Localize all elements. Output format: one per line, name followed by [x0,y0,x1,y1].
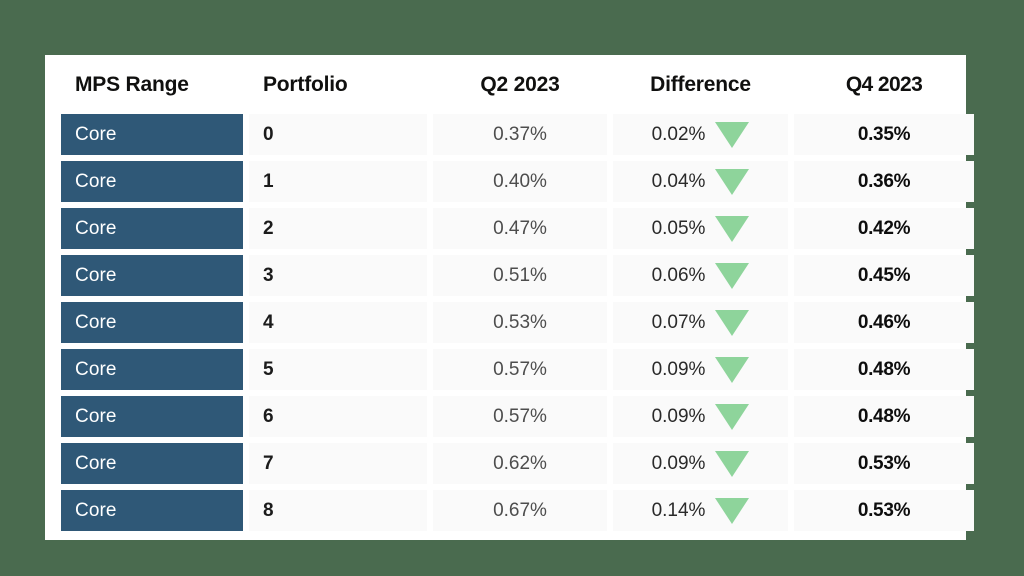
table-row: Core 0 0.37% 0.02% 0.35% [61,114,974,155]
cell-portfolio: 2 [249,208,427,249]
table-row: Core 1 0.40% 0.04% 0.36% [61,161,974,202]
cell-q4-2023: 0.48% [794,349,974,390]
difference-content: 0.04% [627,168,774,195]
cell-q4-2023: 0.46% [794,302,974,343]
cell-difference: 0.07% [613,302,788,343]
cell-difference: 0.06% [613,255,788,296]
cell-q2-2023: 0.57% [433,349,607,390]
table-row: Core 5 0.57% 0.09% 0.48% [61,349,974,390]
difference-value: 0.09% [651,453,706,474]
cell-q2-2023: 0.51% [433,255,607,296]
cell-q4-2023: 0.53% [794,443,974,484]
trend-down-icon [715,262,750,289]
table-header-row: MPS Range Portfolio Q2 2023 Difference Q… [61,61,974,108]
difference-value: 0.02% [651,124,706,145]
cell-portfolio: 1 [249,161,427,202]
cell-portfolio: 6 [249,396,427,437]
difference-value: 0.09% [651,359,706,380]
table-row: Core 8 0.67% 0.14% 0.53% [61,490,974,531]
cell-mps-range: Core [61,114,243,155]
table-row: Core 4 0.53% 0.07% 0.46% [61,302,974,343]
column-header-mps-range[interactable]: MPS Range [61,61,243,108]
difference-value: 0.14% [651,500,706,521]
cell-q2-2023: 0.67% [433,490,607,531]
trend-down-icon [715,168,750,195]
column-header-q2-2023[interactable]: Q2 2023 [433,61,607,108]
table-body: Core 0 0.37% 0.02% 0.35% Core 1 0.40% 0.04% 0.36%… [61,114,974,531]
cell-mps-range: Core [61,490,243,531]
difference-value: 0.09% [651,406,706,427]
cell-portfolio: 0 [249,114,427,155]
cell-mps-range: Core [61,161,243,202]
trend-down-icon [715,450,750,477]
cell-mps-range: Core [61,443,243,484]
cell-mps-range: Core [61,255,243,296]
cell-q4-2023: 0.42% [794,208,974,249]
cell-mps-range: Core [61,396,243,437]
table-row: Core 6 0.57% 0.09% 0.48% [61,396,974,437]
cell-portfolio: 5 [249,349,427,390]
difference-content: 0.07% [627,309,774,336]
cell-q4-2023: 0.53% [794,490,974,531]
column-header-difference[interactable]: Difference [613,61,788,108]
cell-difference: 0.14% [613,490,788,531]
difference-content: 0.14% [627,497,774,524]
difference-value: 0.07% [651,312,706,333]
cell-difference: 0.02% [613,114,788,155]
trend-down-icon [715,497,750,524]
cell-difference: 0.09% [613,443,788,484]
cell-portfolio: 3 [249,255,427,296]
cell-q2-2023: 0.40% [433,161,607,202]
cell-portfolio: 4 [249,302,427,343]
column-header-q4-2023[interactable]: Q4 2023 [794,61,974,108]
cell-difference: 0.09% [613,396,788,437]
table-row: Core 7 0.62% 0.09% 0.53% [61,443,974,484]
difference-content: 0.05% [627,215,774,242]
difference-value: 0.06% [651,265,706,286]
difference-value: 0.04% [651,171,706,192]
mps-comparison-table: MPS Range Portfolio Q2 2023 Difference Q… [55,55,980,537]
cell-q2-2023: 0.37% [433,114,607,155]
cell-q2-2023: 0.47% [433,208,607,249]
cell-portfolio: 7 [249,443,427,484]
cell-difference: 0.05% [613,208,788,249]
cell-q4-2023: 0.35% [794,114,974,155]
cell-difference: 0.09% [613,349,788,390]
cell-mps-range: Core [61,208,243,249]
cell-q4-2023: 0.45% [794,255,974,296]
cell-q4-2023: 0.48% [794,396,974,437]
cell-mps-range: Core [61,302,243,343]
cell-q2-2023: 0.62% [433,443,607,484]
table-header: MPS Range Portfolio Q2 2023 Difference Q… [61,61,974,108]
difference-content: 0.09% [627,356,774,383]
cell-difference: 0.04% [613,161,788,202]
trend-down-icon [715,121,750,148]
trend-down-icon [715,309,750,336]
column-header-portfolio[interactable]: Portfolio [249,61,427,108]
table-row: Core 2 0.47% 0.05% 0.42% [61,208,974,249]
page-root: MPS Range Portfolio Q2 2023 Difference Q… [0,0,1024,576]
difference-value: 0.05% [651,218,706,239]
difference-content: 0.02% [627,121,774,148]
cell-q2-2023: 0.57% [433,396,607,437]
trend-down-icon [715,356,750,383]
cell-mps-range: Core [61,349,243,390]
cell-q2-2023: 0.53% [433,302,607,343]
difference-content: 0.09% [627,403,774,430]
cell-portfolio: 8 [249,490,427,531]
cell-q4-2023: 0.36% [794,161,974,202]
table-row: Core 3 0.51% 0.06% 0.45% [61,255,974,296]
difference-content: 0.09% [627,450,774,477]
difference-content: 0.06% [627,262,774,289]
trend-down-icon [715,403,750,430]
trend-down-icon [715,215,750,242]
